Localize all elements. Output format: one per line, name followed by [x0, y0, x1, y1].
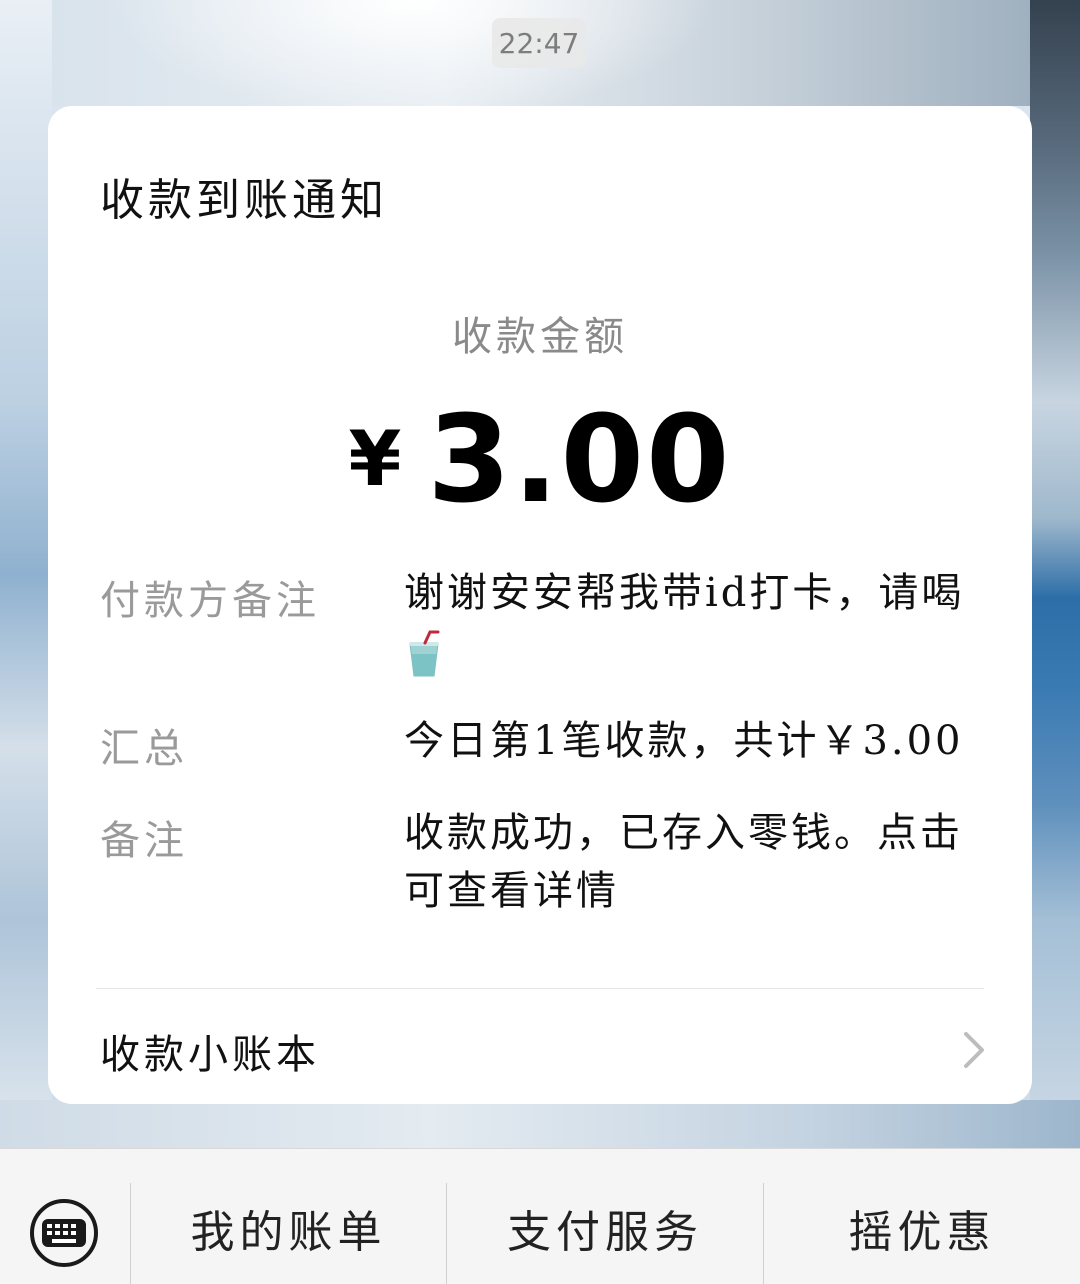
menu-shake-discounts[interactable]: 摇优惠: [764, 1205, 1080, 1261]
message-timestamp: 22:47: [492, 18, 586, 68]
summary-value: 今日第1笔收款，共计￥3.00: [404, 718, 964, 764]
remark-value: 收款成功，已存入零钱。点击可查看详情: [404, 810, 963, 914]
menu-my-bills[interactable]: 我的账单: [131, 1205, 446, 1261]
chevron-right-icon[interactable]: [954, 1030, 990, 1070]
amount-label: 收款金额: [452, 314, 628, 360]
keyboard-icon[interactable]: [28, 1197, 100, 1269]
payment-notification-card[interactable]: 收款到账通知 收款金额 ¥3.00 付款方备注 谢谢安安帮我带id打卡，请喝 汇…: [48, 106, 1032, 1104]
payer-remark-label: 付款方备注: [100, 578, 320, 624]
currency-symbol: ¥: [348, 414, 402, 503]
card-title: 收款到账通知: [100, 175, 388, 226]
remark-label: 备注: [100, 818, 188, 864]
amount-value: 3.00: [427, 391, 732, 530]
payer-remark-text: 谢谢安安帮我带id打卡，请喝: [404, 570, 965, 616]
amount-display: ¥3.00: [48, 401, 1032, 526]
summary-label: 汇总: [100, 726, 188, 772]
background-scenery-bottom: [0, 1100, 1080, 1150]
card-divider: [96, 988, 984, 989]
background-scenery-left: [0, 0, 52, 1150]
ledger-link-label[interactable]: 收款小账本: [100, 1022, 320, 1080]
menu-payment-services[interactable]: 支付服务: [447, 1205, 763, 1261]
cup-with-straw-icon: [404, 630, 444, 678]
background-scenery-right: [1030, 0, 1080, 1150]
payer-remark-value: 谢谢安安帮我带id打卡，请喝: [404, 564, 984, 680]
service-menu-bar: 我的账单 支付服务 摇优惠: [0, 1148, 1080, 1284]
